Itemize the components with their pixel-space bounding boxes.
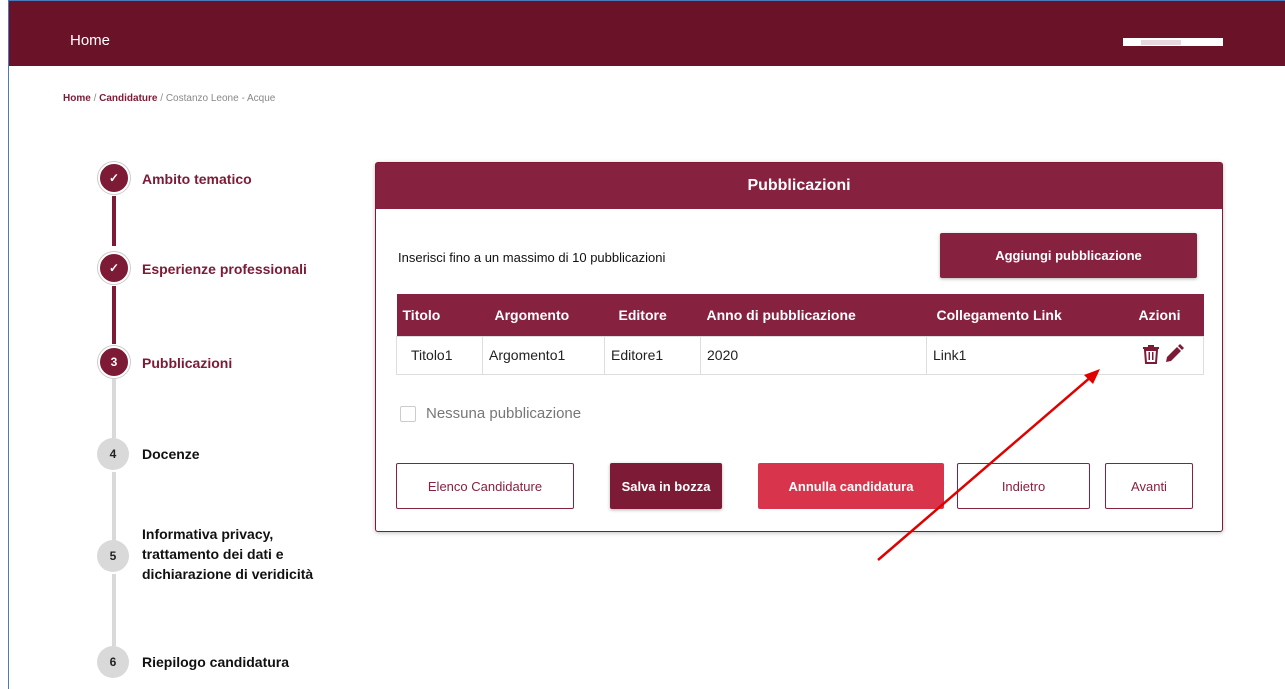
card-title: Pubblicazioni bbox=[376, 163, 1222, 209]
step-1-label[interactable]: Ambito tematico bbox=[142, 169, 252, 189]
step-5-label-line: trattamento dei dati e bbox=[142, 546, 284, 562]
breadcrumb: Home / Candidature / Costanzo Leone - Ac… bbox=[63, 93, 275, 104]
indietro-button[interactable]: Indietro bbox=[957, 463, 1090, 509]
step-3-number[interactable]: 3 bbox=[98, 346, 130, 378]
step-5-label-line: Informativa privacy, bbox=[142, 526, 274, 542]
column-header-titolo: Titolo bbox=[396, 294, 483, 336]
trash-icon[interactable] bbox=[1142, 344, 1160, 367]
breadcrumb-home[interactable]: Home bbox=[63, 93, 91, 104]
cell-editore: Editore1 bbox=[604, 335, 701, 375]
column-header-argomento: Argomento bbox=[482, 294, 605, 336]
publications-card: Pubblicazioni Inserisci fino a un massim… bbox=[375, 162, 1223, 532]
pencil-edit-icon[interactable] bbox=[1164, 343, 1184, 367]
breadcrumb-separator: / bbox=[157, 93, 166, 104]
step-6-number[interactable]: 6 bbox=[97, 646, 129, 678]
cell-titolo: Titolo1 bbox=[396, 335, 483, 375]
breadcrumb-separator: / bbox=[90, 93, 100, 104]
column-header-link: Collegamento Link bbox=[926, 294, 1123, 336]
step-4-label[interactable]: Docenze bbox=[142, 444, 200, 464]
step-connector-todo bbox=[112, 472, 116, 542]
publications-table: Titolo Argomento Editore Anno di pubblic… bbox=[396, 294, 1204, 375]
step-5-label-line: dichiarazione di veridicità bbox=[142, 566, 314, 582]
top-navbar: Home bbox=[9, 1, 1285, 66]
step-connector-todo bbox=[112, 378, 116, 438]
home-link[interactable]: Home bbox=[70, 32, 110, 49]
no-publication-checkbox[interactable] bbox=[400, 405, 416, 422]
step-connector-done bbox=[112, 286, 116, 344]
step-5-label[interactable]: Informativa privacy, trattamento dei dat… bbox=[142, 524, 313, 584]
cell-link: Link1 bbox=[926, 335, 1123, 375]
step-2-check-icon[interactable]: ✓ bbox=[98, 252, 130, 284]
cell-argomento: Argomento1 bbox=[482, 335, 605, 375]
step-4-number[interactable]: 4 bbox=[97, 438, 129, 470]
step-3-label[interactable]: Pubblicazioni bbox=[142, 353, 232, 373]
cell-anno: 2020 bbox=[700, 335, 927, 375]
breadcrumb-candidature[interactable]: Candidature bbox=[99, 93, 157, 104]
step-connector-todo bbox=[112, 574, 116, 646]
cell-actions bbox=[1122, 335, 1204, 375]
avanti-button[interactable]: Avanti bbox=[1105, 463, 1193, 509]
step-1-check-icon[interactable]: ✓ bbox=[98, 162, 130, 194]
step-6-label[interactable]: Riepilogo candidatura bbox=[142, 652, 289, 672]
step-2-label[interactable]: Esperienze professionali bbox=[142, 259, 307, 279]
salva-bozza-button[interactable]: Salva in bozza bbox=[610, 463, 722, 509]
user-name-redacted[interactable] bbox=[1123, 38, 1223, 46]
table-row: Titolo1 Argomento1 Editore1 2020 Link1 bbox=[396, 335, 1204, 375]
no-publication-label: Nessuna pubblicazione bbox=[426, 405, 582, 422]
column-header-editore: Editore bbox=[604, 294, 701, 336]
table-header-row: Titolo Argomento Editore Anno di pubblic… bbox=[396, 294, 1204, 336]
column-header-anno: Anno di pubblicazione bbox=[700, 294, 927, 336]
step-5-number[interactable]: 5 bbox=[97, 540, 129, 572]
breadcrumb-current: Costanzo Leone - Acque bbox=[165, 93, 276, 104]
annulla-candidatura-button[interactable]: Annulla candidatura bbox=[758, 463, 944, 509]
no-publication-checkbox-row[interactable]: Nessuna pubblicazione bbox=[400, 405, 581, 422]
step-connector-done bbox=[112, 196, 116, 246]
publications-intro-text: Inserisci fino a un massimo di 10 pubbli… bbox=[398, 250, 666, 265]
add-publication-button[interactable]: Aggiungi pubblicazione bbox=[940, 233, 1197, 278]
column-header-azioni: Azioni bbox=[1122, 294, 1204, 336]
elenco-candidature-button[interactable]: Elenco Candidature bbox=[396, 463, 574, 509]
